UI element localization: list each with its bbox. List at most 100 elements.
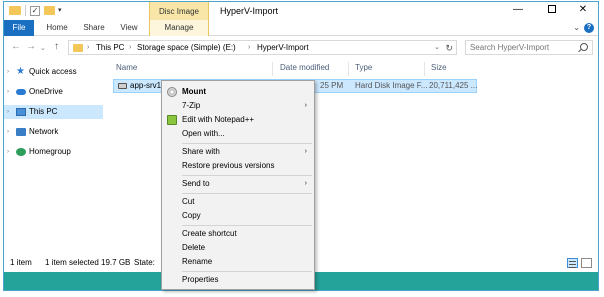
breadcrumb-separator-icon[interactable]: › — [129, 41, 131, 55]
breadcrumb-this-pc[interactable]: This PC — [96, 41, 124, 55]
column-header-date-modified[interactable]: Date modified — [280, 62, 329, 74]
network-icon — [16, 128, 26, 136]
file-type: Hard Disk Image F... — [355, 81, 428, 90]
disc-icon — [167, 87, 177, 97]
expand-arrow-icon[interactable]: › — [7, 125, 9, 139]
notepad-plus-plus-icon — [167, 115, 177, 125]
menu-item-delete[interactable]: Delete — [163, 241, 313, 255]
menu-item-label: 7-Zip — [182, 101, 201, 110]
menu-divider — [182, 271, 312, 272]
title-bar: ✓ ▾ Disc Image Tools HyperV-Import — ✕ — [4, 2, 598, 35]
menu-item-label: Restore previous versions — [182, 161, 275, 170]
disk-image-file-icon — [118, 83, 127, 89]
menu-item-label: Cut — [182, 197, 195, 206]
maximize-button[interactable] — [538, 2, 566, 18]
tab-view[interactable]: View — [114, 20, 144, 36]
sidebar-item-label: Quick access — [29, 67, 77, 76]
search-box[interactable] — [465, 40, 593, 55]
recent-locations-chevron-icon[interactable]: ⌄ — [40, 43, 46, 55]
breadcrumb-drive[interactable]: Storage space (Simple) (E:) — [137, 41, 236, 55]
column-divider[interactable] — [348, 62, 349, 76]
new-folder-icon[interactable] — [44, 6, 55, 15]
menu-item-label: Send to — [182, 179, 210, 188]
tab-file[interactable]: File — [4, 20, 34, 36]
navigation-pane: › ★ Quick access › OneDrive › This PC › … — [4, 59, 103, 254]
help-icon[interactable]: ? — [584, 23, 594, 33]
sidebar-item-onedrive[interactable]: › OneDrive — [4, 85, 103, 99]
details-view-button[interactable] — [567, 258, 578, 268]
menu-divider — [182, 193, 312, 194]
submenu-arrow-icon: › — [304, 148, 307, 155]
menu-item-restore-previous-versions[interactable]: Restore previous versions — [163, 159, 313, 173]
refresh-icon[interactable]: ↻ — [445, 41, 453, 55]
quick-access-divider — [25, 5, 26, 16]
menu-divider — [182, 175, 312, 176]
menu-item-rename[interactable]: Rename — [163, 255, 313, 269]
context-menu: Mount 7-Zip › Edit with Notepad++ Open w… — [161, 80, 315, 290]
homegroup-icon — [16, 148, 26, 156]
menu-item-label: Edit with Notepad++ — [182, 115, 255, 124]
column-header-name[interactable]: Name — [116, 62, 137, 74]
menu-divider — [182, 143, 312, 144]
up-arrow-icon[interactable]: ↑ — [54, 41, 59, 53]
customize-toolbar-chevron-icon[interactable]: ▾ — [58, 6, 62, 14]
sidebar-item-label: Network — [29, 127, 59, 136]
submenu-arrow-icon: › — [304, 180, 307, 187]
breadcrumb-separator-icon[interactable]: › — [87, 41, 89, 55]
properties-check-icon[interactable]: ✓ — [30, 6, 40, 16]
expand-arrow-icon[interactable]: › — [7, 145, 9, 159]
address-row: ← → ⌄ ↑ › This PC › Storage space (Simpl… — [4, 37, 598, 59]
menu-item-send-to[interactable]: Send to › — [163, 177, 313, 191]
menu-item-7-zip[interactable]: 7-Zip › — [163, 99, 313, 113]
expand-arrow-icon[interactable]: › — [7, 105, 9, 119]
expand-ribbon-chevron-icon[interactable]: ⌄ — [573, 23, 580, 32]
menu-item-open-with[interactable]: Open with... — [163, 127, 313, 141]
tab-share[interactable]: Share — [79, 20, 109, 36]
menu-item-copy[interactable]: Copy — [163, 209, 313, 223]
computer-icon — [16, 108, 26, 116]
menu-item-cut[interactable]: Cut — [163, 195, 313, 209]
forward-arrow-icon[interactable]: → — [26, 41, 36, 53]
breadcrumb-separator-icon[interactable]: › — [248, 41, 250, 55]
back-arrow-icon[interactable]: ← — [11, 41, 21, 53]
state-label: State: — [134, 258, 155, 267]
menu-item-label: Properties — [182, 275, 219, 284]
search-icon — [580, 43, 588, 51]
menu-item-label: Mount — [182, 87, 206, 96]
breadcrumb-folder[interactable]: HyperV-Import — [257, 41, 309, 55]
column-header-size[interactable]: Size — [431, 62, 447, 74]
menu-item-create-shortcut[interactable]: Create shortcut — [163, 227, 313, 241]
menu-item-label: Rename — [182, 257, 213, 266]
expand-arrow-icon[interactable]: › — [7, 85, 9, 99]
sidebar-item-network[interactable]: › Network — [4, 125, 103, 139]
close-button[interactable]: ✕ — [569, 2, 597, 18]
menu-item-mount[interactable]: Mount — [163, 85, 313, 99]
menu-item-label: Open with... — [182, 129, 225, 138]
column-divider[interactable] — [272, 62, 273, 76]
minimize-button[interactable]: — — [504, 2, 532, 18]
large-icons-view-button[interactable] — [581, 258, 592, 268]
contextual-tab-group-label: Disc Image Tools — [149, 2, 209, 35]
sidebar-item-label: This PC — [29, 107, 58, 116]
sidebar-item-this-pc[interactable]: › This PC — [4, 105, 103, 119]
search-input[interactable] — [466, 41, 576, 54]
menu-item-label: Copy — [182, 211, 201, 220]
selection-info: 1 item selected 19.7 GB — [45, 258, 131, 267]
maximize-icon — [548, 5, 556, 14]
expand-arrow-icon[interactable]: › — [7, 65, 9, 79]
address-bar[interactable]: › This PC › Storage space (Simple) (E:) … — [68, 40, 457, 55]
column-header-type[interactable]: Type — [355, 62, 372, 74]
folder-icon — [73, 44, 83, 52]
item-count: 1 item — [10, 258, 32, 267]
sidebar-item-label: OneDrive — [29, 87, 63, 96]
tab-home[interactable]: Home — [42, 20, 72, 36]
menu-item-edit-with-notepad[interactable]: Edit with Notepad++ — [163, 113, 313, 127]
tab-manage[interactable]: Manage — [149, 20, 209, 36]
menu-item-properties[interactable]: Properties — [163, 273, 313, 287]
sidebar-item-quick-access[interactable]: › ★ Quick access — [4, 65, 103, 79]
column-divider[interactable] — [424, 62, 425, 76]
address-history-chevron-icon[interactable]: ⌄ — [434, 41, 440, 55]
menu-item-share-with[interactable]: Share with › — [163, 145, 313, 159]
submenu-arrow-icon: › — [304, 102, 307, 109]
sidebar-item-homegroup[interactable]: › Homegroup — [4, 145, 103, 159]
